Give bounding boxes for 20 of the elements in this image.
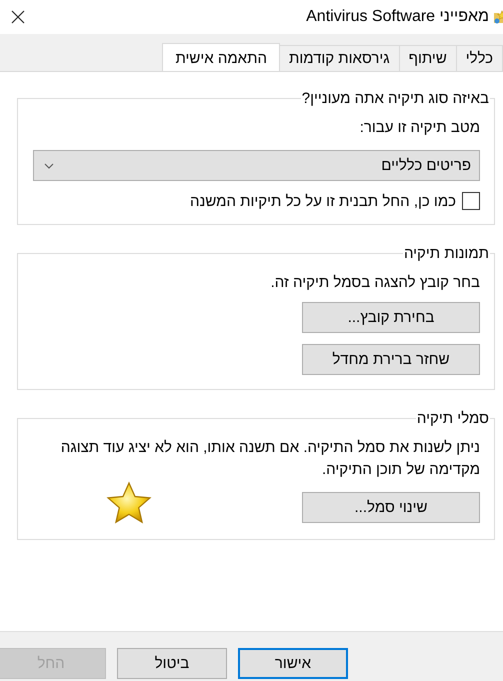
window-title: מאפייני Antivirus Software bbox=[306, 8, 489, 26]
checkbox-label: כמו כן, החל תבנית זו על כל תיקיות המשנה bbox=[190, 192, 456, 210]
star-icon bbox=[106, 481, 152, 525]
checkbox[interactable] bbox=[462, 192, 480, 210]
group-title: תמונות תיקיה bbox=[402, 245, 490, 262]
description-text: ניתן לשנות את סמל התיקיה. אם תשנה אותו, הוא לא יציג עוד תצוגה מקדימה של תוכן התיקיה. bbox=[60, 438, 480, 480]
group-title: סמלי תיקיה bbox=[416, 410, 490, 427]
description-text: בחר קובץ להצגה בסמל תיקיה זה. bbox=[270, 273, 480, 293]
dropdown[interactable]: פריטים כלליים bbox=[33, 150, 480, 181]
chevron-icon bbox=[44, 162, 54, 168]
action-button[interactable]: שחזר ברירת מחדל bbox=[302, 344, 480, 375]
close-icon[interactable] bbox=[10, 9, 26, 25]
tab[interactable]: התאמה אישית bbox=[162, 43, 280, 71]
action-button[interactable]: בחירת קובץ... bbox=[302, 302, 480, 333]
group-title: באיזה סוג תיקיה אתה מעוניין? bbox=[300, 90, 490, 107]
dropdown-label: מטב תיקיה זו עבור: bbox=[358, 118, 480, 138]
change-icon-button[interactable]: שינוי סמל... bbox=[302, 492, 480, 522]
dialog-button[interactable]: ביטול bbox=[117, 648, 227, 679]
dialog-button[interactable]: אישור bbox=[238, 648, 348, 679]
tab[interactable]: כללי bbox=[456, 45, 503, 71]
